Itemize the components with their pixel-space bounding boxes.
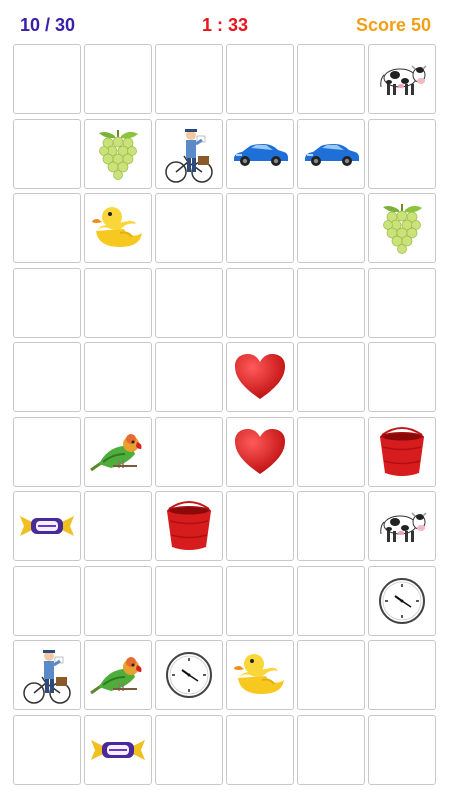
card-empty[interactable] [13, 565, 81, 636]
card-bucket[interactable] [155, 491, 223, 561]
card-car[interactable] [226, 118, 294, 189]
card-empty[interactable] [155, 416, 223, 487]
duck-icon [90, 203, 146, 253]
card-empty[interactable] [368, 342, 436, 412]
bucket-icon [161, 499, 217, 553]
car-icon [301, 139, 361, 169]
card-empty[interactable] [297, 416, 365, 487]
card-empty[interactable] [155, 565, 223, 636]
card-empty[interactable] [297, 44, 365, 114]
heart-icon [233, 352, 287, 402]
card-clock[interactable] [155, 640, 223, 710]
card-postman[interactable] [13, 640, 81, 710]
card-empty[interactable] [155, 267, 223, 338]
parrot-icon [89, 430, 147, 474]
card-empty[interactable] [297, 491, 365, 561]
card-clock[interactable] [368, 565, 436, 636]
card-empty[interactable] [297, 640, 365, 710]
postman-icon [20, 645, 74, 705]
card-empty[interactable] [226, 491, 294, 561]
card-empty[interactable] [226, 267, 294, 338]
bucket-icon [374, 425, 430, 479]
card-empty[interactable] [297, 193, 365, 263]
card-candy[interactable] [13, 491, 81, 561]
game-header: 10 / 30 1 : 33 Score 50 [0, 0, 450, 45]
card-empty[interactable] [297, 267, 365, 338]
duck-icon [232, 650, 288, 700]
card-cow[interactable] [368, 44, 436, 114]
card-empty[interactable] [226, 714, 294, 785]
card-empty[interactable] [226, 44, 294, 114]
card-empty[interactable] [368, 640, 436, 710]
card-empty[interactable] [226, 565, 294, 636]
card-empty[interactable] [13, 44, 81, 114]
card-bucket[interactable] [368, 416, 436, 487]
card-empty[interactable] [13, 342, 81, 412]
card-empty[interactable] [84, 491, 152, 561]
card-empty[interactable] [226, 193, 294, 263]
parrot-icon [89, 653, 147, 697]
card-car[interactable] [297, 118, 365, 189]
candy-icon [16, 508, 78, 544]
card-empty[interactable] [13, 714, 81, 785]
postman-icon [162, 124, 216, 184]
card-empty[interactable] [84, 44, 152, 114]
cow-icon [375, 504, 429, 548]
cow-icon [375, 57, 429, 101]
card-grapes[interactable] [368, 193, 436, 263]
card-empty[interactable] [297, 714, 365, 785]
card-cow[interactable] [368, 491, 436, 561]
card-empty[interactable] [13, 193, 81, 263]
score-label: Score 50 [355, 15, 431, 35]
card-duck[interactable] [84, 193, 152, 263]
card-duck[interactable] [226, 640, 294, 710]
card-empty[interactable] [13, 118, 81, 189]
grapes-icon [377, 200, 427, 256]
card-empty[interactable] [155, 44, 223, 114]
card-candy[interactable] [84, 714, 152, 785]
card-empty[interactable] [13, 416, 81, 487]
heart-icon [233, 427, 287, 477]
card-heart[interactable] [226, 416, 294, 487]
candy-icon [87, 732, 149, 768]
card-empty[interactable] [368, 267, 436, 338]
card-grapes[interactable] [84, 118, 152, 189]
clock-icon [377, 576, 427, 626]
card-empty[interactable] [84, 565, 152, 636]
card-empty[interactable] [297, 342, 365, 412]
card-postman[interactable] [155, 118, 223, 189]
card-empty[interactable] [155, 193, 223, 263]
card-empty[interactable] [155, 714, 223, 785]
card-empty[interactable] [84, 267, 152, 338]
card-heart[interactable] [226, 342, 294, 412]
card-parrot[interactable] [84, 416, 152, 487]
clock-icon [164, 650, 214, 700]
card-empty[interactable] [368, 714, 436, 785]
card-empty[interactable] [84, 342, 152, 412]
card-empty[interactable] [368, 118, 436, 189]
grapes-icon [93, 126, 143, 182]
card-parrot[interactable] [84, 640, 152, 710]
card-empty[interactable] [13, 267, 81, 338]
card-empty[interactable] [297, 565, 365, 636]
car-icon [230, 139, 290, 169]
card-empty[interactable] [155, 342, 223, 412]
